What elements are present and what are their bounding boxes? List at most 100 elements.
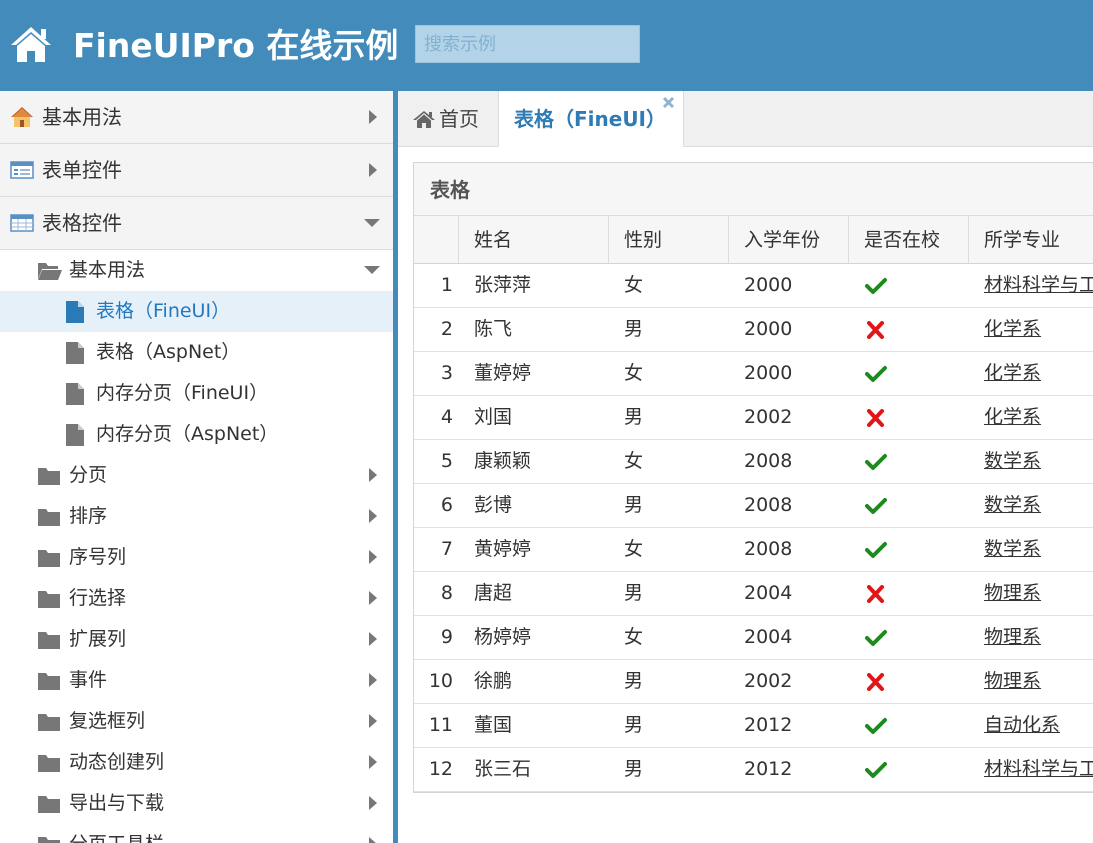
major-cell: 数学系 xyxy=(969,528,1093,571)
accordion-form-controls[interactable]: 表单控件 xyxy=(0,144,393,197)
at-school-cell xyxy=(849,528,969,571)
row-number: 9 xyxy=(440,626,453,648)
major-link[interactable]: 化学系 xyxy=(984,360,1041,386)
column-header-label: 姓名 xyxy=(474,229,513,251)
gender-cell: 男 xyxy=(609,572,729,615)
tab-label: 表格（FineUI） xyxy=(514,107,667,131)
row-number-cell: 3 xyxy=(414,352,459,395)
major-link[interactable]: 化学系 xyxy=(984,316,1041,342)
panel-title: 表格 xyxy=(430,178,470,202)
major-link[interactable]: 自动化系 xyxy=(984,712,1060,738)
column-header-major[interactable]: 所学专业 xyxy=(969,216,1093,263)
entrance-year: 2002 xyxy=(744,670,793,692)
tree-node-dynamic-columns[interactable]: 动态创建列 xyxy=(0,742,393,783)
tree-node-grid-aspnet[interactable]: 表格（AspNet） xyxy=(0,332,393,373)
table-row[interactable]: 6 彭博 男 2008 数学系 xyxy=(414,484,1093,528)
table-row[interactable]: 10 徐鹏 男 2002 物理系 xyxy=(414,660,1093,704)
gender: 男 xyxy=(624,758,644,780)
major-cell: 自动化系 xyxy=(969,704,1093,747)
file-icon xyxy=(66,383,84,405)
table-row[interactable]: 8 唐超 男 2004 物理系 xyxy=(414,572,1093,616)
major-link[interactable]: 材料科学与工程系 xyxy=(984,272,1093,298)
sidebar: 基本用法 表单控件 表格控件 基本用法 表格（FineUI） 表格（AspNet… xyxy=(0,91,393,843)
row-number-cell: 11 xyxy=(414,704,459,747)
row-number: 11 xyxy=(428,714,453,736)
major-link[interactable]: 物理系 xyxy=(984,668,1041,694)
tree-node-checkbox-column[interactable]: 复选框列 xyxy=(0,701,393,742)
student-name: 康颖颖 xyxy=(474,450,532,472)
folder-icon xyxy=(38,755,60,772)
close-icon[interactable] xyxy=(662,96,675,109)
sidebar-splitter[interactable] xyxy=(393,91,398,843)
check-icon xyxy=(865,762,887,778)
table-row[interactable]: 4 刘国 男 2002 化学系 xyxy=(414,396,1093,440)
name-cell: 彭博 xyxy=(459,484,609,527)
gender: 女 xyxy=(624,274,644,296)
column-header-gender[interactable]: 性别 xyxy=(609,216,729,263)
folder-icon xyxy=(38,714,60,731)
tree-node-label: 复选框列 xyxy=(69,710,146,732)
year-cell: 2004 xyxy=(729,616,849,659)
table-row[interactable]: 1 张萍萍 女 2000 材料科学与工程系 xyxy=(414,264,1093,308)
accordion-basic-usage[interactable]: 基本用法 xyxy=(0,91,393,144)
tree-node-memory-paging-fineui[interactable]: 内存分页（FineUI） xyxy=(0,373,393,414)
entrance-year: 2002 xyxy=(744,406,793,428)
check-icon xyxy=(865,498,887,514)
major-link[interactable]: 数学系 xyxy=(984,492,1041,518)
tree-node-grid-fineui[interactable]: 表格（FineUI） xyxy=(0,291,393,332)
major-link[interactable]: 数学系 xyxy=(984,536,1041,562)
home-icon xyxy=(413,111,435,128)
year-cell: 2008 xyxy=(729,484,849,527)
name-cell: 陈飞 xyxy=(459,308,609,351)
student-name: 董国 xyxy=(474,714,513,736)
tree-node-export-download[interactable]: 导出与下载 xyxy=(0,783,393,824)
column-header-at-school[interactable]: 是否在校 xyxy=(849,216,969,263)
year-cell: 2000 xyxy=(729,264,849,307)
chevron-right-icon xyxy=(369,714,377,728)
major-link[interactable]: 材料科学与工程系 xyxy=(984,756,1093,782)
tree-node-paging-toolbar[interactable]: 分页工具栏 xyxy=(0,824,393,843)
tree-node-row-number-column[interactable]: 序号列 xyxy=(0,537,393,578)
entrance-year: 2008 xyxy=(744,538,793,560)
major-link[interactable]: 数学系 xyxy=(984,448,1041,474)
tab-home[interactable]: 首页 xyxy=(398,91,498,146)
file-icon xyxy=(66,342,84,364)
table-row[interactable]: 12 张三石 男 2012 材料科学与工程系 xyxy=(414,748,1093,792)
at-school-cell xyxy=(849,264,969,307)
table-row[interactable]: 11 董国 男 2012 自动化系 xyxy=(414,704,1093,748)
tree-node-basic-usage[interactable]: 基本用法 xyxy=(0,250,393,291)
column-header-entrance-year[interactable]: 入学年份 xyxy=(729,216,849,263)
column-header-name[interactable]: 姓名 xyxy=(459,216,609,263)
table-row[interactable]: 5 康颖颖 女 2008 数学系 xyxy=(414,440,1093,484)
tree-node-sorting[interactable]: 排序 xyxy=(0,496,393,537)
at-school-cell xyxy=(849,748,969,791)
gender-cell: 男 xyxy=(609,704,729,747)
chevron-right-icon xyxy=(369,550,377,564)
student-name: 彭博 xyxy=(474,494,513,516)
column-header-label: 性别 xyxy=(624,229,663,251)
major-link[interactable]: 物理系 xyxy=(984,580,1041,606)
search-input[interactable] xyxy=(415,25,640,63)
table-row[interactable]: 9 杨婷婷 女 2004 物理系 xyxy=(414,616,1093,660)
tree-node-expand-column[interactable]: 扩展列 xyxy=(0,619,393,660)
tree-node-row-selection[interactable]: 行选择 xyxy=(0,578,393,619)
table-row[interactable]: 7 黄婷婷 女 2008 数学系 xyxy=(414,528,1093,572)
gender-cell: 女 xyxy=(609,264,729,307)
home-icon[interactable] xyxy=(10,25,52,63)
entrance-year: 2008 xyxy=(744,494,793,516)
accordion-grid-controls[interactable]: 表格控件 xyxy=(0,197,393,250)
table-row[interactable]: 2 陈飞 男 2000 化学系 xyxy=(414,308,1093,352)
form-icon xyxy=(10,161,34,179)
tree-node-events[interactable]: 事件 xyxy=(0,660,393,701)
major-link[interactable]: 化学系 xyxy=(984,404,1041,430)
tab-grid-fineui[interactable]: 表格（FineUI） xyxy=(498,91,684,147)
check-icon xyxy=(865,630,887,646)
major-link[interactable]: 物理系 xyxy=(984,624,1041,650)
tree-node-paging[interactable]: 分页 xyxy=(0,455,393,496)
chevron-right-icon xyxy=(369,110,377,124)
tree-node-memory-paging-aspnet[interactable]: 内存分页（AspNet） xyxy=(0,414,393,455)
app-title: FineUIPro 在线示例 xyxy=(73,26,399,65)
table-row[interactable]: 3 董婷婷 女 2000 化学系 xyxy=(414,352,1093,396)
at-school-cell xyxy=(849,704,969,747)
gender: 男 xyxy=(624,670,644,692)
